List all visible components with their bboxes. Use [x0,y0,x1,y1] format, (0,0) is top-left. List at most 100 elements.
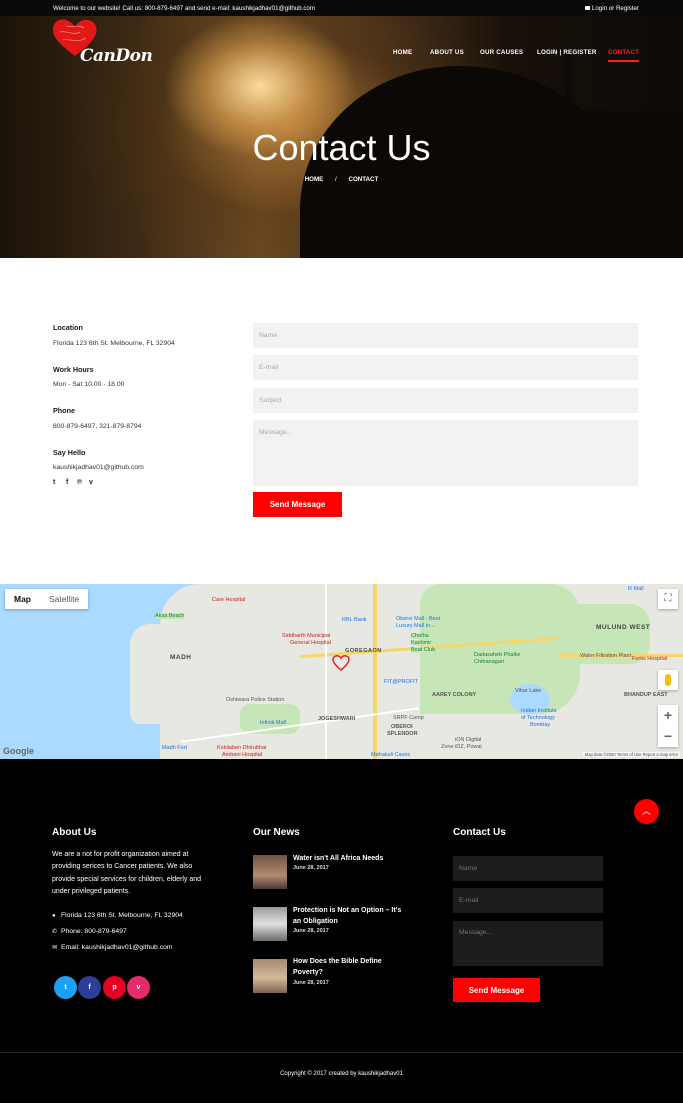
map-label: Oshiwara Police Station [226,697,285,703]
map-label: General Hospital [290,640,331,646]
map-label: BHANDUP EAST [624,692,668,698]
email-input[interactable] [253,355,638,380]
map-heart-marker-icon[interactable] [332,655,350,671]
say-hello-email[interactable]: kaushikjadhav01@github.com [53,464,144,471]
map-label: Vihar Lake [515,688,542,694]
footer-about-title: About Us [52,827,97,838]
map-label: iON Digital [455,737,482,743]
news-title[interactable]: How Does the Bible Define Poverty? [293,957,403,978]
vimeo-icon[interactable]: v [127,976,150,999]
news-date: June 28, 2017 [293,980,329,986]
nav-active-indicator [608,60,639,62]
breadcrumb-separator: / [335,176,337,183]
news-thumbnail[interactable] [253,907,287,941]
message-textarea[interactable] [253,420,638,486]
map-type-map[interactable]: Map [5,589,40,609]
footer-email-input[interactable] [453,888,603,913]
map-label: Chitranagari [474,659,504,665]
phone-label: Phone [53,406,75,415]
map-label: SPLENDOR [387,731,418,737]
nav-login-register[interactable]: LOGIN | REGISTER [537,49,597,56]
map-label: Fortis Hospital [632,656,668,662]
pegman-icon[interactable] [658,670,678,690]
footer-divider [0,1052,683,1053]
chevron-up-icon: ︿ [641,806,651,816]
map-label: FIT@PROFIT [384,679,418,685]
facebook-icon[interactable]: f [66,479,68,486]
map-label: Oberoi Mall - Best [396,616,441,622]
news-date: June 28, 2017 [293,865,329,871]
map-embed[interactable]: Aksa Beach Care Hospital RBL Bank Oberoi… [0,584,683,759]
footer-email: ✉ Email: kaushikjadhav01@github.com [52,944,173,951]
nav-causes[interactable]: OUR CAUSES [480,49,523,56]
location-label: Location [53,323,83,332]
zoom-out-icon[interactable]: − [658,726,678,747]
phone-icon: ✆ [52,929,58,935]
map-label: Kokilaben Dhirubhai [217,745,267,751]
brand-name[interactable]: CanDon [80,46,153,66]
map-label: Boat Club [411,647,436,653]
map-label: MADH [170,654,192,661]
vimeo-icon[interactable]: v [89,479,93,486]
nav-about[interactable]: ABOUT US [430,49,464,56]
subject-input[interactable] [253,388,638,413]
scroll-to-top-button[interactable]: ︿ [634,799,659,824]
copyright-text: Copyright © 2017 created by kaushikjadha… [280,1071,403,1077]
map-label: Care Hospital [212,597,246,603]
map-label: Water Filtration Plant [580,653,632,659]
map-label: Mahakali Caves [371,752,411,758]
map-label: Dadasaheb Phalke [474,652,521,658]
send-message-button[interactable]: Send Message [253,492,342,517]
map-label: Ambani Hospital [222,752,263,758]
news-title[interactable]: Water isn't All Africa Needs [293,854,403,865]
footer-address: ● Florida 123 6th St. Melbourne, FL 32904 [52,912,183,919]
news-title[interactable]: Protection is Not an Option – It's an Ob… [293,906,403,927]
tumblr-icon[interactable]: t [53,479,55,486]
map-label: R Mall [628,586,644,592]
zoom-in-icon[interactable]: + [658,705,678,726]
map-label: of Technology [521,715,555,721]
footer-news-title: Our News [253,827,300,838]
login-register-link[interactable]: Login or Register [584,5,639,12]
map-label: OBEROI [391,724,413,730]
breadcrumb-current: CONTACT [348,176,379,183]
lock-icon [584,5,590,10]
name-input[interactable] [253,323,638,348]
facebook-icon[interactable]: f [78,976,101,999]
map-label: AAREY COLONY [432,692,477,698]
news-thumbnail[interactable] [253,959,287,993]
envelope-icon: ✉ [52,945,58,951]
nav-home[interactable]: HOME [393,49,412,56]
footer-email-text[interactable]: Email: kaushikjadhav01@github.com [61,944,173,951]
nav-contact[interactable]: CONTACT [608,49,639,56]
zoom-control[interactable]: + − [658,705,678,747]
page-title: Contact Us [252,127,431,168]
map-label: JOGESHWARI [318,716,356,722]
say-hello-label: Say Hello [53,448,86,457]
twitter-icon[interactable]: t [54,976,77,999]
footer-message-textarea[interactable] [453,921,603,966]
map-type-control[interactable]: Map Satellite [5,589,89,609]
footer-phone-text: Phone: 800-879-6497 [61,928,127,935]
fullscreen-icon[interactable]: ⛶ [658,589,678,609]
map-label: Infiniti Mall [260,720,286,726]
map-pin-icon: ● [52,913,56,919]
pinterest-icon[interactable]: ℗ [77,479,82,486]
footer-send-message-button[interactable]: Send Message [453,978,540,1002]
pinterest-icon[interactable]: p [103,976,126,999]
map-label: Kashmir [411,640,432,646]
news-thumbnail[interactable] [253,855,287,889]
map-type-satellite[interactable]: Satellite [40,589,88,609]
top-bar: Welcome to our website! Call us: 800-879… [0,0,683,16]
map-label: Aksa Beach [155,613,185,619]
footer-about-text: We are a not for profit organization aim… [52,851,202,895]
map-label: Madh Fort [162,745,188,751]
breadcrumb-home[interactable]: HOME [305,176,324,183]
map-label: Siddharth Municipal [282,633,331,639]
map-label: SRPF Camp [393,715,424,721]
map-label: MULUND WEST [596,624,651,631]
hours-value: Mon - Sat 10.00 - 18.00 [53,381,125,388]
footer-name-input[interactable] [453,856,603,881]
map-attribution[interactable]: Map data ©2020 Terms of Use Report a map… [582,752,680,757]
hours-label: Work Hours [53,365,94,374]
